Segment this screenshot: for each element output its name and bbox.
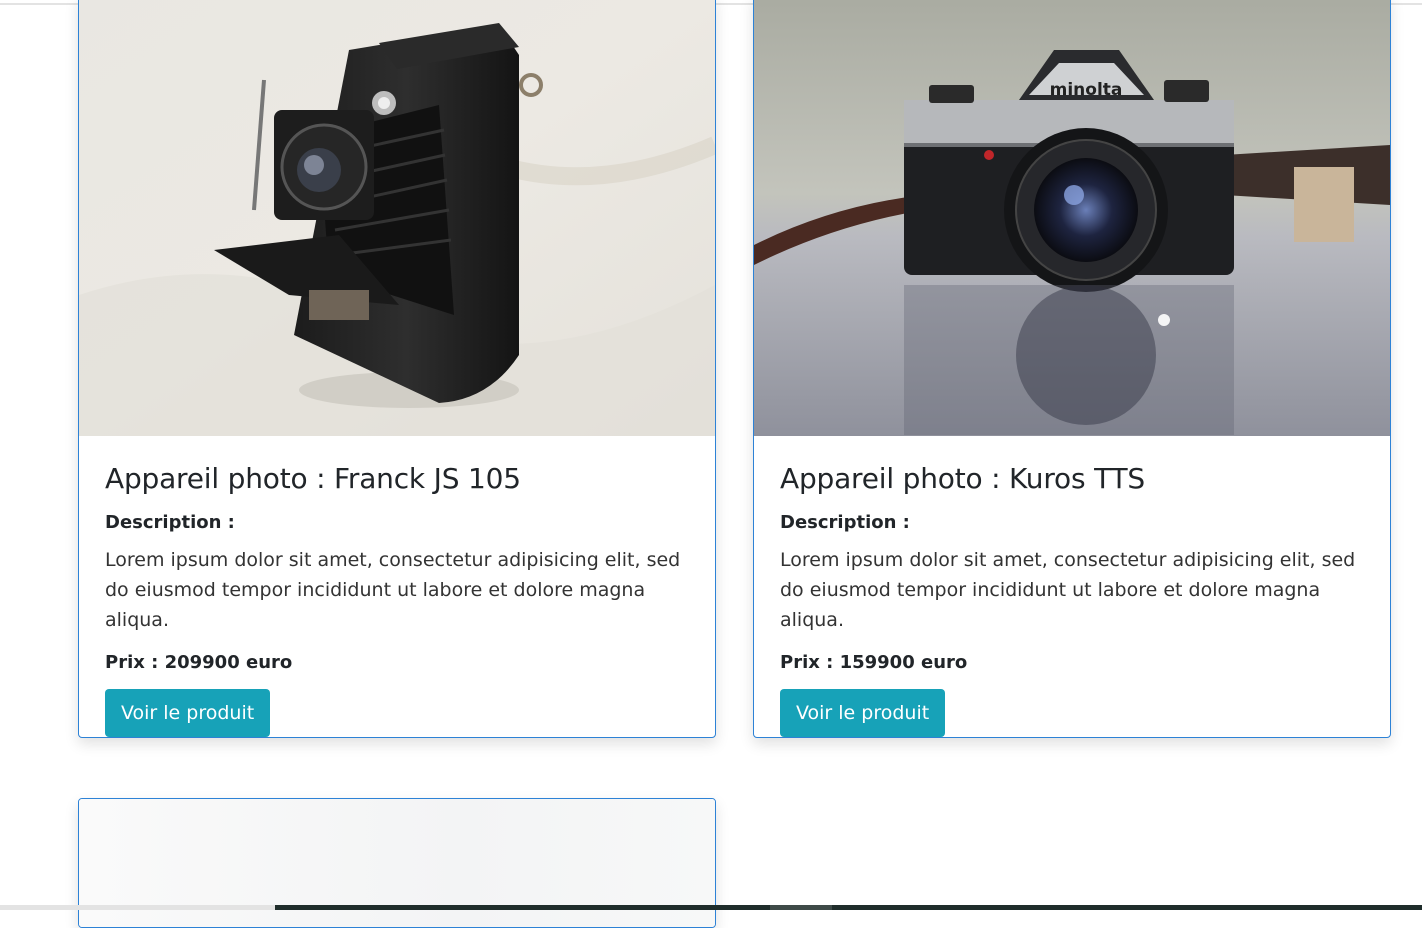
product-price: Prix : 159900 euro bbox=[780, 652, 968, 673]
description-label: Description : bbox=[105, 512, 235, 533]
description-text: Lorem ipsum dolor sit amet, consectetur … bbox=[780, 549, 1356, 631]
product-title: Appareil photo : Franck JS 105 bbox=[105, 462, 521, 495]
product-card: Appareil photo : Franck JS 105 Descripti… bbox=[78, 0, 716, 738]
product-card: minolta Appareil photo : Kuros TTS Descr… bbox=[753, 0, 1391, 738]
product-card-body: Appareil photo : Kuros TTS Description :… bbox=[780, 455, 1366, 737]
horizontal-scrollbar-thumb[interactable] bbox=[275, 905, 1422, 910]
product-title: Appareil photo : Kuros TTS bbox=[780, 462, 1145, 495]
svg-text:minolta: minolta bbox=[1050, 80, 1123, 100]
folding-camera-image bbox=[79, 0, 715, 436]
scrollbar-highlight bbox=[770, 905, 832, 910]
product-price: Prix : 209900 euro bbox=[105, 652, 293, 673]
product-image-folding-camera[interactable] bbox=[79, 0, 715, 436]
slr-camera-image: minolta bbox=[754, 0, 1390, 436]
description-text: Lorem ipsum dolor sit amet, consectetur … bbox=[105, 549, 681, 631]
product-card-body: Appareil photo : Franck JS 105 Descripti… bbox=[105, 455, 691, 737]
view-product-button[interactable]: Voir le produit bbox=[105, 689, 271, 737]
product-image-slr-camera[interactable]: minolta bbox=[754, 0, 1390, 436]
description-label: Description : bbox=[780, 512, 910, 533]
view-product-button[interactable]: Voir le produit bbox=[780, 689, 946, 737]
